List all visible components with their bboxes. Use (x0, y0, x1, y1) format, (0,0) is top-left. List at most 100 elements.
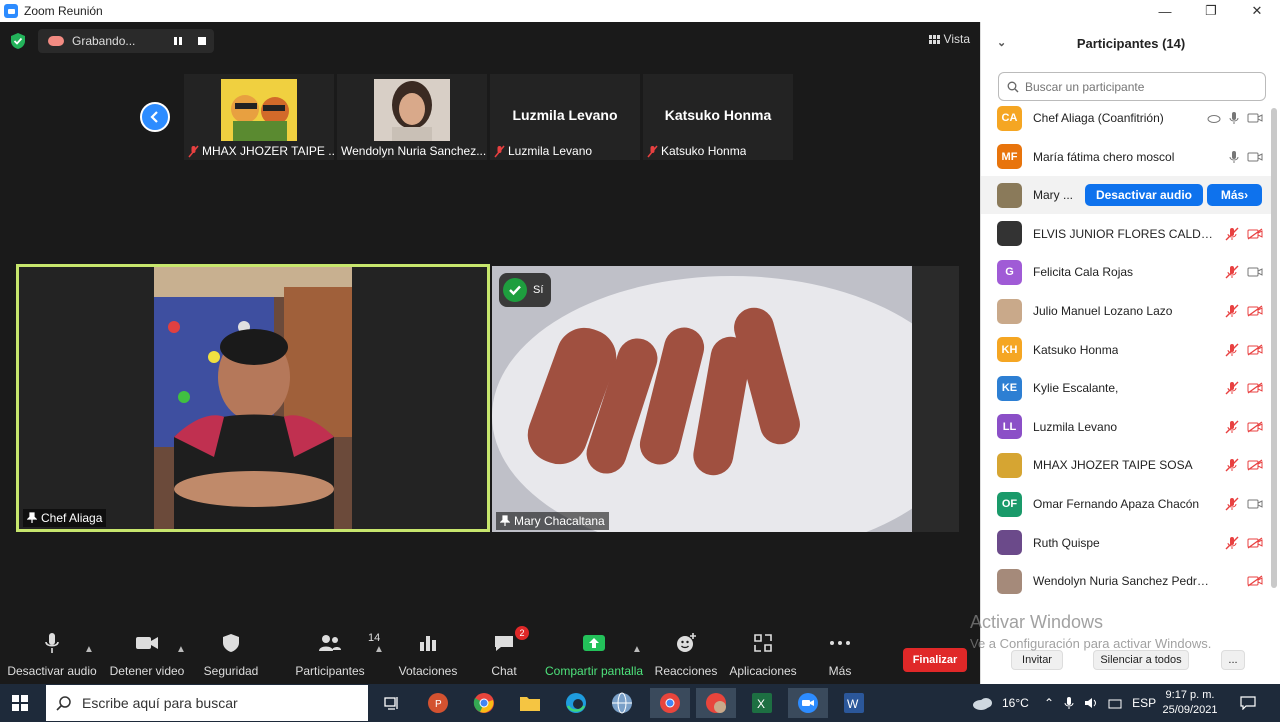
video-feed-chef (154, 267, 352, 529)
participant-row[interactable]: Mary ... Desactivar audio Más › (981, 176, 1271, 215)
mute-all-button[interactable]: Silenciar a todos (1093, 650, 1189, 670)
participant-row[interactable]: CA Chef Aliaga (Coanfitrión) (981, 99, 1271, 137)
participant-name: Ruth Quispe (1033, 535, 1100, 550)
gallery-prev-button[interactable] (140, 102, 170, 132)
network-icon[interactable] (1108, 697, 1122, 709)
invite-button[interactable]: Invitar (1011, 650, 1063, 670)
participant-row[interactable]: Ruth Quispe (981, 524, 1271, 562)
participant-thumb[interactable]: Luzmila Levano Luzmila Levano (490, 74, 640, 160)
polls-button[interactable]: Votaciones (398, 628, 458, 684)
chrome-app-icon[interactable] (464, 688, 504, 718)
participants-icon (319, 635, 341, 651)
taskbar-search[interactable]: Escribe aquí para buscar (46, 685, 368, 721)
mic-off-icon (1225, 536, 1239, 550)
svg-text:X: X (757, 697, 765, 711)
participant-status-icons (1225, 343, 1263, 357)
security-shield-icon[interactable] (10, 32, 26, 50)
file-explorer-icon[interactable] (510, 688, 550, 718)
minimize-button[interactable]: — (1142, 0, 1188, 22)
edge-app-icon[interactable] (556, 688, 596, 718)
participant-video-tile[interactable]: Sí Mary Chacaltana (492, 266, 959, 532)
stop-video-button[interactable]: Detener video (108, 628, 186, 684)
participants-options-chevron-icon[interactable]: ▲ (374, 644, 384, 655)
participant-thumb[interactable]: Katsuko Honma Katsuko Honma (643, 74, 793, 160)
view-button[interactable]: Vista (928, 32, 970, 46)
mic-off-icon (647, 145, 658, 157)
pin-icon (27, 512, 37, 523)
panel-more-button[interactable]: ... (1221, 650, 1245, 670)
reactions-button[interactable]: Reacciones (655, 628, 717, 684)
chrome-app-icon[interactable] (650, 688, 690, 718)
participant-row[interactable]: KE Kylie Escalante, (981, 369, 1271, 407)
pause-recording-icon[interactable] (172, 35, 184, 47)
speaker-icon[interactable] (1084, 697, 1098, 709)
participant-name: Felicita Cala Rojas (1033, 265, 1134, 280)
taskbar-clock[interactable]: 9:17 p. m. 25/09/2021 (1150, 688, 1230, 718)
panel-header: ⌄ Participantes (14) (981, 22, 1280, 64)
participant-row[interactable]: MHAX JHOZER TAIPE SOSA (981, 446, 1271, 484)
participants-count: 14 (368, 632, 381, 644)
participant-row[interactable]: G Felicita Cala Rojas (981, 253, 1271, 291)
more-button[interactable]: Más (822, 628, 858, 684)
security-button[interactable]: Seguridad (200, 628, 262, 684)
meeting-topbar: Grabando... Vista (0, 22, 980, 60)
participant-thumb[interactable]: Wendolyn Nuria Sanchez... (337, 74, 487, 160)
participant-row[interactable]: Wendolyn Nuria Sanchez Pedraza (981, 562, 1271, 599)
notifications-icon[interactable] (1240, 684, 1256, 722)
recording-indicator: Grabando... (38, 29, 214, 53)
task-view-icon[interactable] (372, 688, 412, 718)
weather-widget[interactable]: 16°C (972, 684, 1029, 722)
participant-status-icons (1225, 420, 1263, 434)
end-meeting-button[interactable]: Finalizar (903, 648, 967, 672)
participants-button[interactable]: 14 Participantes (294, 628, 380, 684)
participant-row[interactable]: MF María fátima chero moscol (981, 138, 1271, 176)
video-options-chevron-icon[interactable]: ▲ (176, 644, 186, 655)
participant-search[interactable] (998, 72, 1266, 101)
chat-button[interactable]: 2 Chat (484, 626, 529, 684)
chevron-left-icon (150, 111, 158, 123)
close-window-button[interactable]: ✕ (1234, 0, 1280, 22)
windows-start-icon[interactable] (12, 695, 28, 711)
participant-row[interactable]: Julio Manuel Lozano Lazo (981, 292, 1271, 330)
grid-view-icon (928, 34, 940, 44)
audio-options-chevron-icon[interactable]: ▲ (84, 644, 94, 655)
participant-thumb[interactable]: MHAX JHOZER TAIPE ... (184, 74, 334, 160)
apps-button[interactable]: Aplicaciones (728, 628, 798, 684)
word-app-icon[interactable]: W (834, 688, 874, 718)
view-label: Vista (943, 32, 970, 46)
restore-button[interactable]: ❐ (1188, 0, 1234, 22)
participant-row[interactable]: OF Omar Fernando Apaza Chacón (981, 485, 1271, 523)
avatar: G (997, 259, 1022, 285)
mute-button[interactable]: Desactivar audio (7, 628, 97, 684)
participant-name: María fátima chero moscol (1033, 149, 1175, 164)
participant-search-input[interactable] (1025, 79, 1255, 94)
share-options-chevron-icon[interactable]: ▲ (632, 644, 642, 655)
avatar (997, 298, 1022, 324)
excel-app-icon[interactable]: X (742, 688, 782, 718)
video-camera-icon (1247, 267, 1263, 277)
video-camera-off-icon (1247, 228, 1263, 240)
participant-list-scrollbar[interactable] (1271, 108, 1277, 588)
share-screen-button[interactable]: Compartir pantalla (545, 628, 643, 684)
windows-taskbar: Escribe aquí para buscar P X W 16°C ⌃ ES… (0, 684, 1280, 722)
participant-row[interactable]: KH Katsuko Honma (981, 331, 1271, 369)
thumb-name-tag: Luzmila Levano (494, 144, 592, 158)
stop-recording-icon[interactable] (196, 35, 208, 47)
participant-status-icons (1225, 536, 1263, 550)
participant-more-button[interactable]: Más › (1207, 184, 1262, 207)
zoom-app-icon[interactable] (788, 688, 828, 718)
participant-mute-button[interactable]: Desactivar audio (1085, 184, 1203, 207)
mic-off-icon (1225, 497, 1239, 511)
search-icon (1007, 81, 1019, 92)
participant-row[interactable]: ELVIS JUNIOR FLORES CALDER... (981, 215, 1271, 253)
chrome-profile-app-icon[interactable] (696, 688, 736, 718)
powerpoint-app-icon[interactable]: P (418, 688, 458, 718)
participant-row[interactable]: LL Luzmila Levano (981, 408, 1271, 446)
tray-expand-chevron-icon[interactable]: ⌃ (1044, 696, 1054, 710)
mic-off-icon (1225, 420, 1239, 434)
window-titlebar: Zoom Reunión — ❐ ✕ (0, 0, 1280, 22)
collapse-panel-chevron-icon[interactable]: ⌄ (997, 36, 1006, 49)
active-speaker-tile[interactable]: Chef Aliaga (16, 264, 490, 532)
microphone-icon[interactable] (1064, 696, 1074, 710)
globe-app-icon[interactable] (602, 688, 642, 718)
